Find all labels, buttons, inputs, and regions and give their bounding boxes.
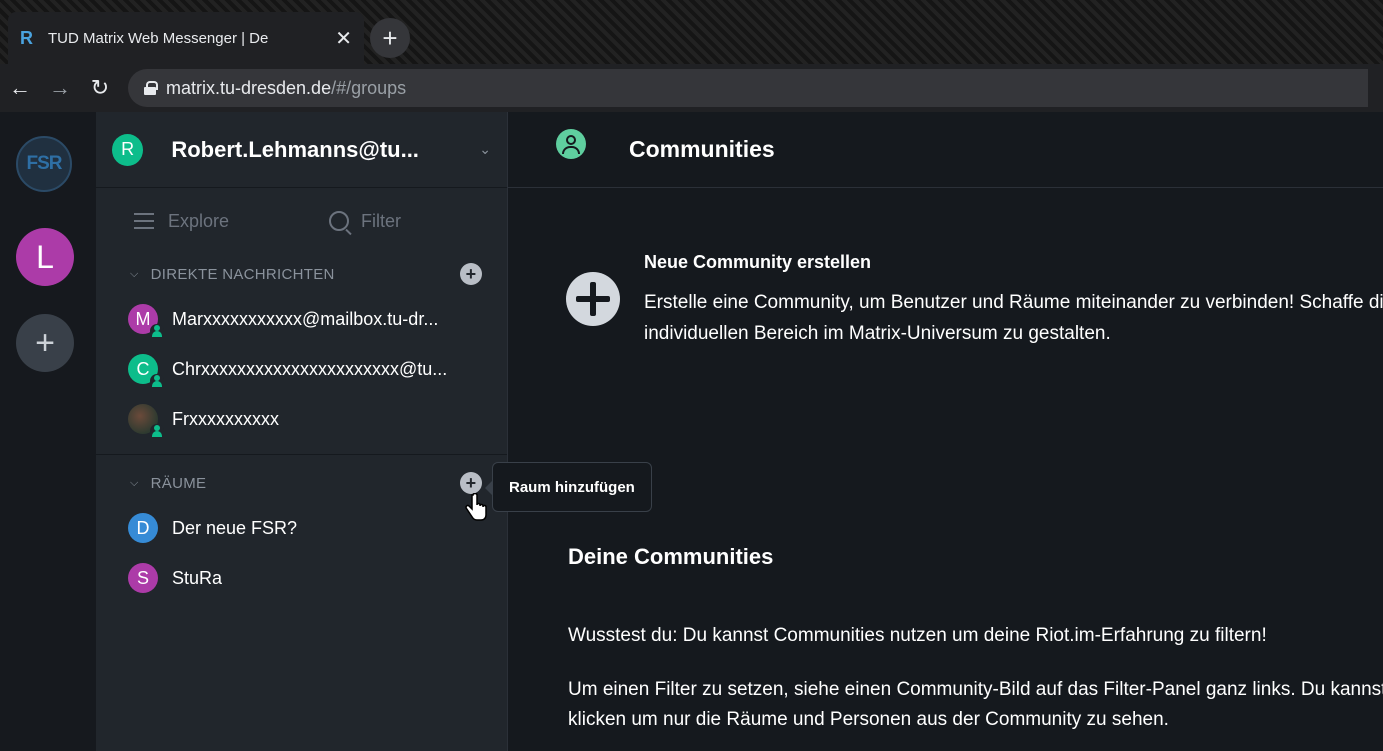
list-item[interactable]: M Marxxxxxxxxxxx@mailbox.tu-dr... xyxy=(96,294,507,344)
room-name: Chrxxxxxxxxxxxxxxxxxxxxxx@tu... xyxy=(172,358,448,379)
riot-favicon-icon: R xyxy=(20,28,33,48)
avatar: C xyxy=(128,354,164,388)
page-title: Communities xyxy=(629,136,775,162)
section-label: DIREKTE NACHRICHTEN xyxy=(150,265,335,283)
user-name: Robert.Lehmanns@tu... xyxy=(171,136,419,162)
filter-placeholder: Filter xyxy=(361,210,401,231)
page-header: Communities xyxy=(508,112,1383,188)
tooltip: Raum hinzufügen xyxy=(485,462,652,512)
browser-toolbar: ← → ↻ matrix.tu-dresden.de/#/groups xyxy=(0,64,1383,112)
url-path: /#/groups xyxy=(331,77,407,98)
community-sidebar: FSR L + xyxy=(0,112,96,751)
explore-button[interactable]: Explore xyxy=(134,211,309,232)
info-text: Wusstest du: Du kannst Communities nutze… xyxy=(568,625,1267,646)
main-panel: Communities Neue Community erstellen Ers… xyxy=(507,112,1383,751)
tab-title: TUD Matrix Web Messenger | De xyxy=(48,29,269,47)
chevron-down-icon: ⌵ xyxy=(130,267,139,280)
create-community-desc-2: individuellen Bereich im Matrix-Universu… xyxy=(644,323,1111,344)
room-name: StuRa xyxy=(172,567,223,588)
menu-icon xyxy=(134,213,154,229)
forward-icon[interactable]: → xyxy=(40,75,80,101)
section-label: RÄUME xyxy=(150,474,207,492)
communities-icon xyxy=(556,128,586,159)
room-name: Der neue FSR? xyxy=(172,517,298,538)
presence-icon xyxy=(150,424,164,438)
filter-input[interactable]: Filter xyxy=(329,211,401,232)
list-item[interactable]: Frxxxxxxxxxx xyxy=(96,394,507,444)
presence-icon xyxy=(150,374,164,388)
create-community-title: Neue Community erstellen xyxy=(644,252,872,272)
info-text-2: Um einen Filter zu setzen, siehe einen C… xyxy=(568,675,1383,735)
your-communities-heading: Deine Communities xyxy=(568,544,774,569)
divider xyxy=(96,454,507,455)
search-icon xyxy=(329,211,349,231)
matrix-app: FSR L + R Robert.Lehmanns@tu... ⌄ Explor… xyxy=(0,112,1383,751)
create-community-card[interactable]: Neue Community erstellen Erstelle eine C… xyxy=(566,252,1383,349)
url-host: matrix.tu-dresden.de xyxy=(166,77,332,98)
avatar: M xyxy=(128,304,164,338)
community-avatar[interactable]: L xyxy=(16,228,74,286)
presence-icon xyxy=(150,324,164,338)
hand-cursor-icon xyxy=(465,493,487,521)
section-direct-messages[interactable]: ⌵ DIREKTE NACHRICHTEN + xyxy=(96,254,507,294)
avatar: S xyxy=(128,563,158,593)
avatar xyxy=(128,404,164,438)
list-item[interactable]: C Chrxxxxxxxxxxxxxxxxxxxxxx@tu... xyxy=(96,344,507,394)
start-chat-button[interactable]: + xyxy=(460,263,482,285)
address-bar[interactable]: matrix.tu-dresden.de/#/groups xyxy=(128,69,1368,107)
user-menu[interactable]: R Robert.Lehmanns@tu... ⌄ xyxy=(96,112,507,188)
room-list-panel: R Robert.Lehmanns@tu... ⌄ Explore Filter… xyxy=(96,112,507,751)
chevron-down-icon: ⌵ xyxy=(130,476,139,489)
info-line: Um einen Filter zu setzen, siehe einen C… xyxy=(568,679,1383,700)
lock-icon xyxy=(144,81,158,95)
create-community-button[interactable]: + xyxy=(16,314,74,372)
create-community-desc: Erstelle eine Community, um Benutzer und… xyxy=(644,292,1383,313)
info-line: klicken um nur die Räume und Personen au… xyxy=(568,709,1169,730)
explore-label: Explore xyxy=(168,210,230,231)
logo-text: FSR xyxy=(26,153,63,174)
browser-tab-strip: R TUD Matrix Web Messenger | De ✕ + xyxy=(0,0,1383,64)
new-tab-button[interactable]: + xyxy=(370,18,410,58)
list-item[interactable]: S StuRa xyxy=(96,553,507,603)
plus-icon[interactable] xyxy=(566,272,620,326)
list-item[interactable]: D Der neue FSR? xyxy=(96,503,507,553)
section-rooms[interactable]: ⌵ RÄUME + xyxy=(96,463,507,503)
room-name: Frxxxxxxxxxx xyxy=(172,408,279,429)
chevron-down-icon[interactable]: ⌄ xyxy=(479,141,491,158)
avatar: D xyxy=(128,513,158,543)
browser-tab[interactable]: R TUD Matrix Web Messenger | De ✕ xyxy=(8,12,364,64)
close-tab-icon[interactable]: ✕ xyxy=(335,26,352,51)
add-room-button[interactable]: + xyxy=(460,472,482,494)
back-icon[interactable]: ← xyxy=(0,75,40,101)
fsr-community-logo[interactable]: FSR xyxy=(16,136,72,192)
user-avatar: R xyxy=(112,133,144,166)
room-name: Marxxxxxxxxxxx@mailbox.tu-dr... xyxy=(172,308,439,329)
reload-icon[interactable]: ↻ xyxy=(80,75,120,101)
explore-filter-bar: Explore Filter xyxy=(96,188,507,254)
